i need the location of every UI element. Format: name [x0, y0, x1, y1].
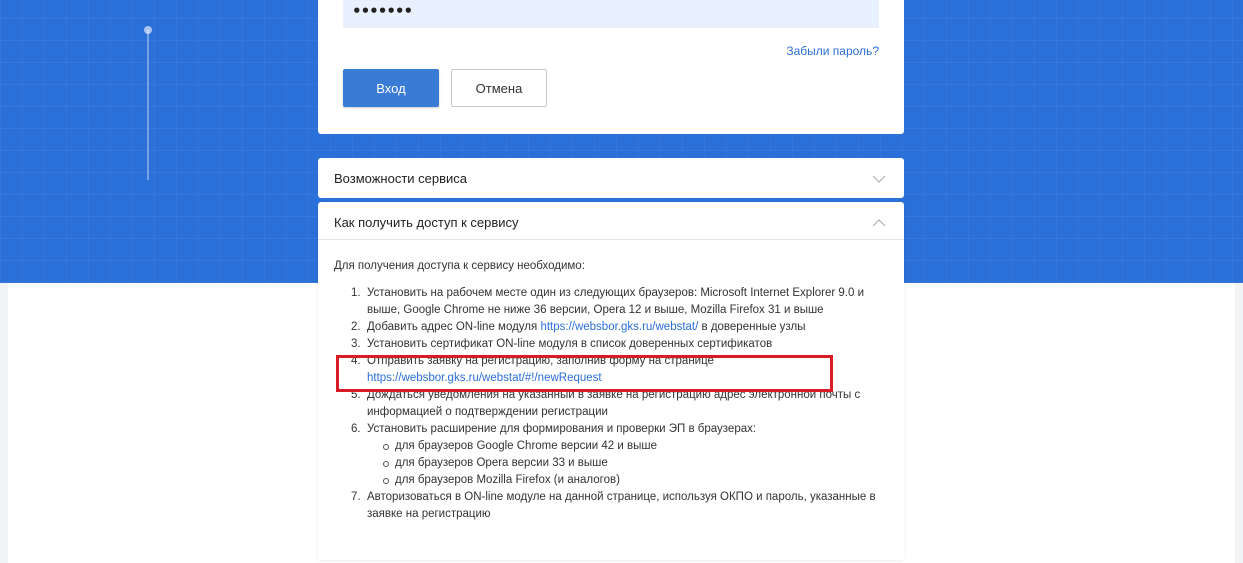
list-item: 7. Авторизоваться в ON-line модуле на да… [351, 489, 894, 523]
step-text: Установить расширение для формирования и… [367, 423, 757, 435]
forgot-password-link[interactable]: Забыли пароль? [786, 44, 879, 58]
step-text: Дождаться уведомления на указанный в зая… [367, 389, 861, 418]
step-number: 1. [351, 287, 361, 299]
step-text: Добавить адрес ON-line модуля [367, 321, 541, 333]
list-item: 2. Добавить адрес ON-line модуля https:/… [351, 319, 894, 336]
accordion-features-title: Возможности сервиса [334, 171, 468, 186]
decorative-dot [144, 26, 152, 34]
step-number: 3. [351, 338, 361, 350]
list-item: 6. Установить расширение для формировани… [351, 421, 894, 489]
steps-list: 1. Установить на рабочем месте один из с… [334, 285, 894, 523]
list-item: 3. Установить сертификат ON-line модуля … [351, 336, 894, 353]
accordion-features[interactable]: Возможности сервиса [318, 158, 904, 198]
sub-list-item: для браузеров Mozilla Firefox (и аналого… [381, 472, 894, 489]
intro-text: Для получения доступа к сервису необходи… [334, 260, 585, 272]
step-text: Установить сертификат ON-line модуля в с… [367, 338, 773, 350]
highlight-frame [336, 355, 833, 392]
webstat-link[interactable]: https://websbor.gks.ru/webstat/ [540, 321, 698, 333]
accordion-access-title: Как получить доступ к сервису [334, 215, 519, 230]
login-button[interactable]: Вход [343, 69, 439, 107]
step-text: Авторизоваться в ON-line модуле на данно… [367, 491, 876, 520]
step-number: 2. [351, 321, 361, 333]
list-item: 5. Дождаться уведомления на указанный в … [351, 387, 894, 421]
step-number: 6. [351, 423, 361, 435]
sub-list-item: для браузеров Opera версии 33 и выше [381, 455, 894, 472]
chevron-up-icon[interactable] [872, 216, 886, 230]
browser-sublist: для браузеров Google Chrome версии 42 и … [367, 438, 894, 489]
step-text-suffix: в доверенные узлы [698, 321, 806, 333]
decorative-line [147, 30, 149, 180]
cancel-button[interactable]: Отмена [451, 69, 547, 107]
password-input[interactable]: ••••••• [343, 0, 879, 28]
step-number: 7. [351, 491, 361, 503]
sub-list-item: для браузеров Google Chrome версии 42 и … [381, 438, 894, 455]
step-text: Установить на рабочем месте один из след… [367, 287, 865, 316]
list-item: 1. Установить на рабочем месте один из с… [351, 285, 894, 319]
accordion-access-header[interactable]: Как получить доступ к сервису [318, 202, 904, 240]
chevron-down-icon[interactable] [872, 172, 886, 186]
